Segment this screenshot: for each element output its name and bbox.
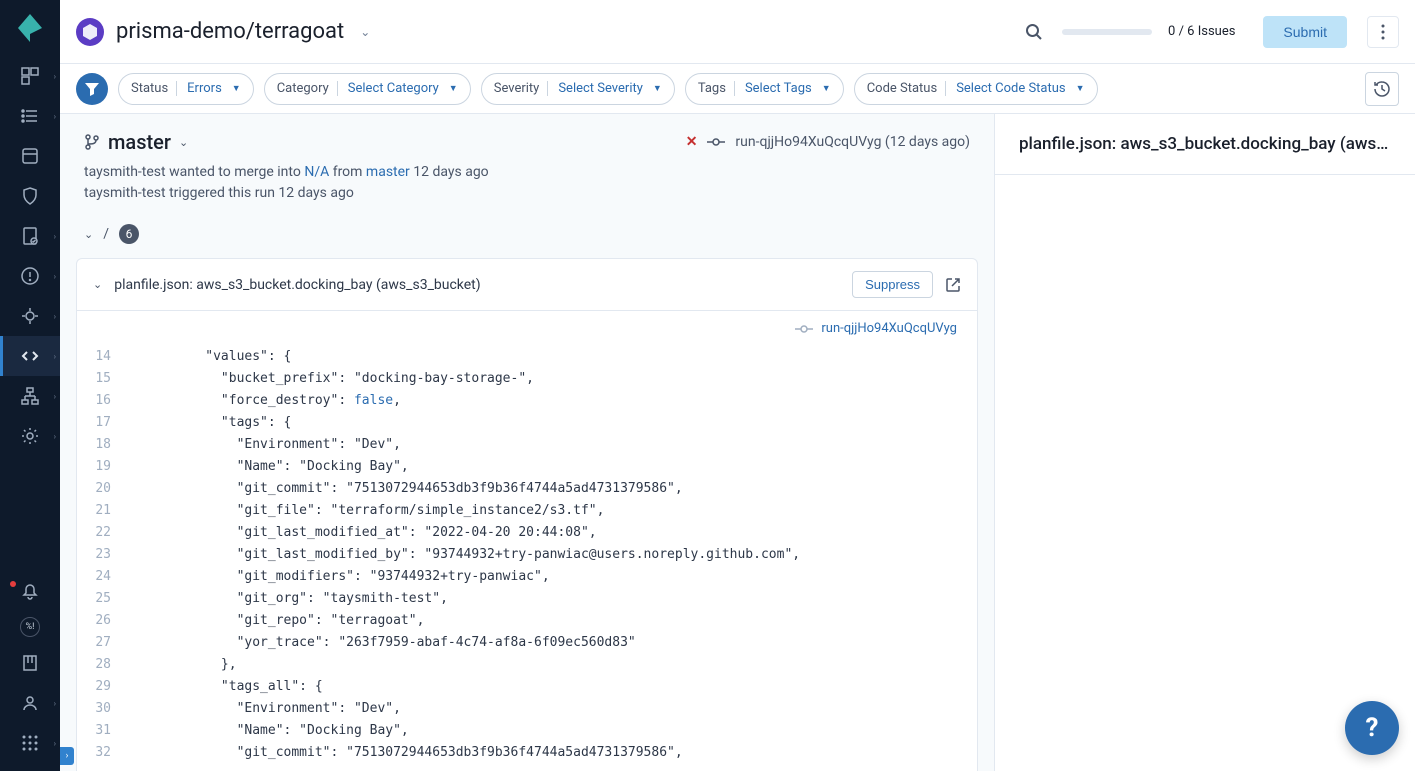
code-line: 21 "git_file": "terraform/simple_instanc…: [77, 500, 977, 522]
sidebar-expand-button[interactable]: ›: [60, 747, 74, 765]
sidebar-item-notifications[interactable]: [0, 571, 60, 611]
suppress-button[interactable]: Suppress: [852, 271, 933, 298]
issue-count-badge: 6: [119, 224, 139, 244]
code-line: 20 "git_commit": "7513072944653db3f9b36f…: [77, 478, 977, 500]
path-separator: /: [103, 226, 109, 242]
sidebar-percent-badge[interactable]: %!: [20, 617, 40, 637]
code-line: 14 "values": {: [77, 346, 977, 368]
collapse-all-button[interactable]: ⌄: [84, 228, 93, 241]
sidebar-item-inventory[interactable]: [0, 136, 60, 176]
run-link[interactable]: run-qjjHo94XuQcqUVyg: [821, 321, 957, 336]
submit-button[interactable]: Submit: [1263, 16, 1347, 48]
code-line: 17 "tags": {: [77, 412, 977, 434]
sidebar-item-code[interactable]: ›: [0, 336, 60, 376]
filter-tags-value[interactable]: Select Tags: [741, 81, 816, 96]
issues-progress-bar: [1062, 29, 1152, 35]
code-line: 25 "git_org": "taysmith-test",: [77, 588, 977, 610]
filter-tags: Tags Select Tags ▼: [685, 73, 844, 105]
sidebar-item-bookmark[interactable]: [0, 643, 60, 683]
chevron-down-icon[interactable]: ▼: [232, 83, 249, 94]
close-run-button[interactable]: ✕: [686, 134, 698, 150]
filter-status-value[interactable]: Errors: [183, 81, 226, 96]
code-line: 23 "git_last_modified_by": "93744932+try…: [77, 544, 977, 566]
branch-dropdown-caret[interactable]: ⌄: [179, 136, 188, 149]
results-pane: master ⌄ ✕ run-qjjHo94XuQcqUVyg (12 days…: [60, 114, 995, 771]
code-line: 31 "Name": "Docking Bay",: [77, 720, 977, 742]
code-line: 28 },: [77, 654, 977, 676]
external-link-button[interactable]: [945, 277, 961, 293]
code-line: 29 "tags_all": {: [77, 676, 977, 698]
filter-severity-value[interactable]: Select Severity: [554, 81, 647, 96]
filter-category-value[interactable]: Select Category: [344, 81, 443, 96]
sidebar-item-alerts[interactable]: ›: [0, 256, 60, 296]
code-line: 15 "bucket_prefix": "docking-bay-storage…: [77, 368, 977, 390]
app-logo[interactable]: [0, 0, 60, 56]
more-menu-button[interactable]: [1367, 16, 1399, 48]
branch-icon: [84, 134, 100, 150]
repo-name[interactable]: prisma-demo/terragoat: [116, 19, 344, 44]
chevron-down-icon[interactable]: ▼: [449, 83, 466, 94]
sidebar-item-vuln[interactable]: ›: [0, 296, 60, 336]
sidebar-item-shield[interactable]: [0, 176, 60, 216]
filter-code-status: Code Status Select Code Status ▼: [854, 73, 1098, 105]
code-line: 19 "Name": "Docking Bay",: [77, 456, 977, 478]
merge-info: taysmith-test wanted to merge into N/A f…: [84, 162, 970, 204]
issue-collapse-button[interactable]: ⌄: [93, 278, 102, 291]
issue-title[interactable]: planfile.json: aws_s3_bucket.docking_bay…: [114, 277, 480, 293]
code-block: 14 "values": {15 "bucket_prefix": "docki…: [77, 346, 977, 771]
code-line: 32 "git_commit": "7513072944653db3f9b36f…: [77, 742, 977, 764]
sidebar: › › › › ›: [0, 0, 60, 771]
repo-dropdown-caret[interactable]: ⌄: [360, 25, 370, 39]
filter-status-label: Status: [131, 81, 177, 96]
sidebar-item-dashboard[interactable]: ›: [0, 56, 60, 96]
run-id-text: run-qjjHo94XuQcqUVyg (12 days ago): [735, 134, 970, 150]
commit-icon: [795, 324, 813, 334]
code-line: 18 "Environment": "Dev",: [77, 434, 977, 456]
history-button[interactable]: [1365, 72, 1399, 106]
filter-category-label: Category: [277, 81, 338, 96]
code-line: 22 "git_last_modified_at": "2022-04-20 2…: [77, 522, 977, 544]
filter-status: Status Errors ▼: [118, 73, 254, 105]
sidebar-item-apps[interactable]: ›: [0, 723, 60, 763]
issue-card: ⌄ planfile.json: aws_s3_bucket.docking_b…: [76, 258, 978, 771]
sidebar-item-settings[interactable]: ›: [0, 416, 60, 456]
filter-severity: Severity Select Severity ▼: [481, 73, 675, 105]
chevron-down-icon[interactable]: ▼: [1076, 83, 1093, 94]
repo-icon: [76, 18, 104, 46]
chevron-down-icon[interactable]: ▼: [653, 83, 670, 94]
code-line: 30 "Environment": "Dev",: [77, 698, 977, 720]
topbar: prisma-demo/terragoat ⌄ 0 / 6 Issues Sub…: [60, 0, 1415, 64]
branch-name[interactable]: master: [108, 130, 171, 154]
detail-pane: planfile.json: aws_s3_bucket.docking_bay…: [995, 114, 1415, 771]
chevron-down-icon[interactable]: ▼: [822, 83, 839, 94]
filter-toggle-button[interactable]: [76, 73, 108, 105]
sidebar-item-compliance[interactable]: ›: [0, 216, 60, 256]
help-button[interactable]: ?: [1345, 701, 1399, 755]
notification-dot-icon: [10, 581, 16, 587]
filter-codestatus-label: Code Status: [867, 81, 947, 96]
code-line: 24 "git_modifiers": "93744932+try-panwia…: [77, 566, 977, 588]
path-row: ⌄ / 6: [60, 216, 994, 258]
detail-title: planfile.json: aws_s3_bucket.docking_bay…: [995, 114, 1415, 175]
merge-source-link[interactable]: master: [366, 164, 410, 180]
code-line: 26 "git_repo": "terragoat",: [77, 610, 977, 632]
filter-severity-label: Severity: [494, 81, 549, 96]
code-line: 16 "force_destroy": false,: [77, 390, 977, 412]
commit-icon: [707, 137, 725, 147]
search-button[interactable]: [1018, 16, 1050, 48]
sidebar-item-profile[interactable]: ›: [0, 683, 60, 723]
filter-codestatus-value[interactable]: Select Code Status: [952, 81, 1069, 96]
code-line: 27 "yor_trace": "263f7959-abaf-4c74-af8a…: [77, 632, 977, 654]
issues-count: 0 / 6 Issues: [1168, 24, 1235, 39]
sidebar-item-list[interactable]: ›: [0, 96, 60, 136]
filter-bar: Status Errors ▼ Category Select Category…: [60, 64, 1415, 114]
filter-tags-label: Tags: [698, 81, 735, 96]
merge-target-link[interactable]: N/A: [304, 164, 329, 180]
filter-category: Category Select Category ▼: [264, 73, 471, 105]
sidebar-item-network[interactable]: ›: [0, 376, 60, 416]
